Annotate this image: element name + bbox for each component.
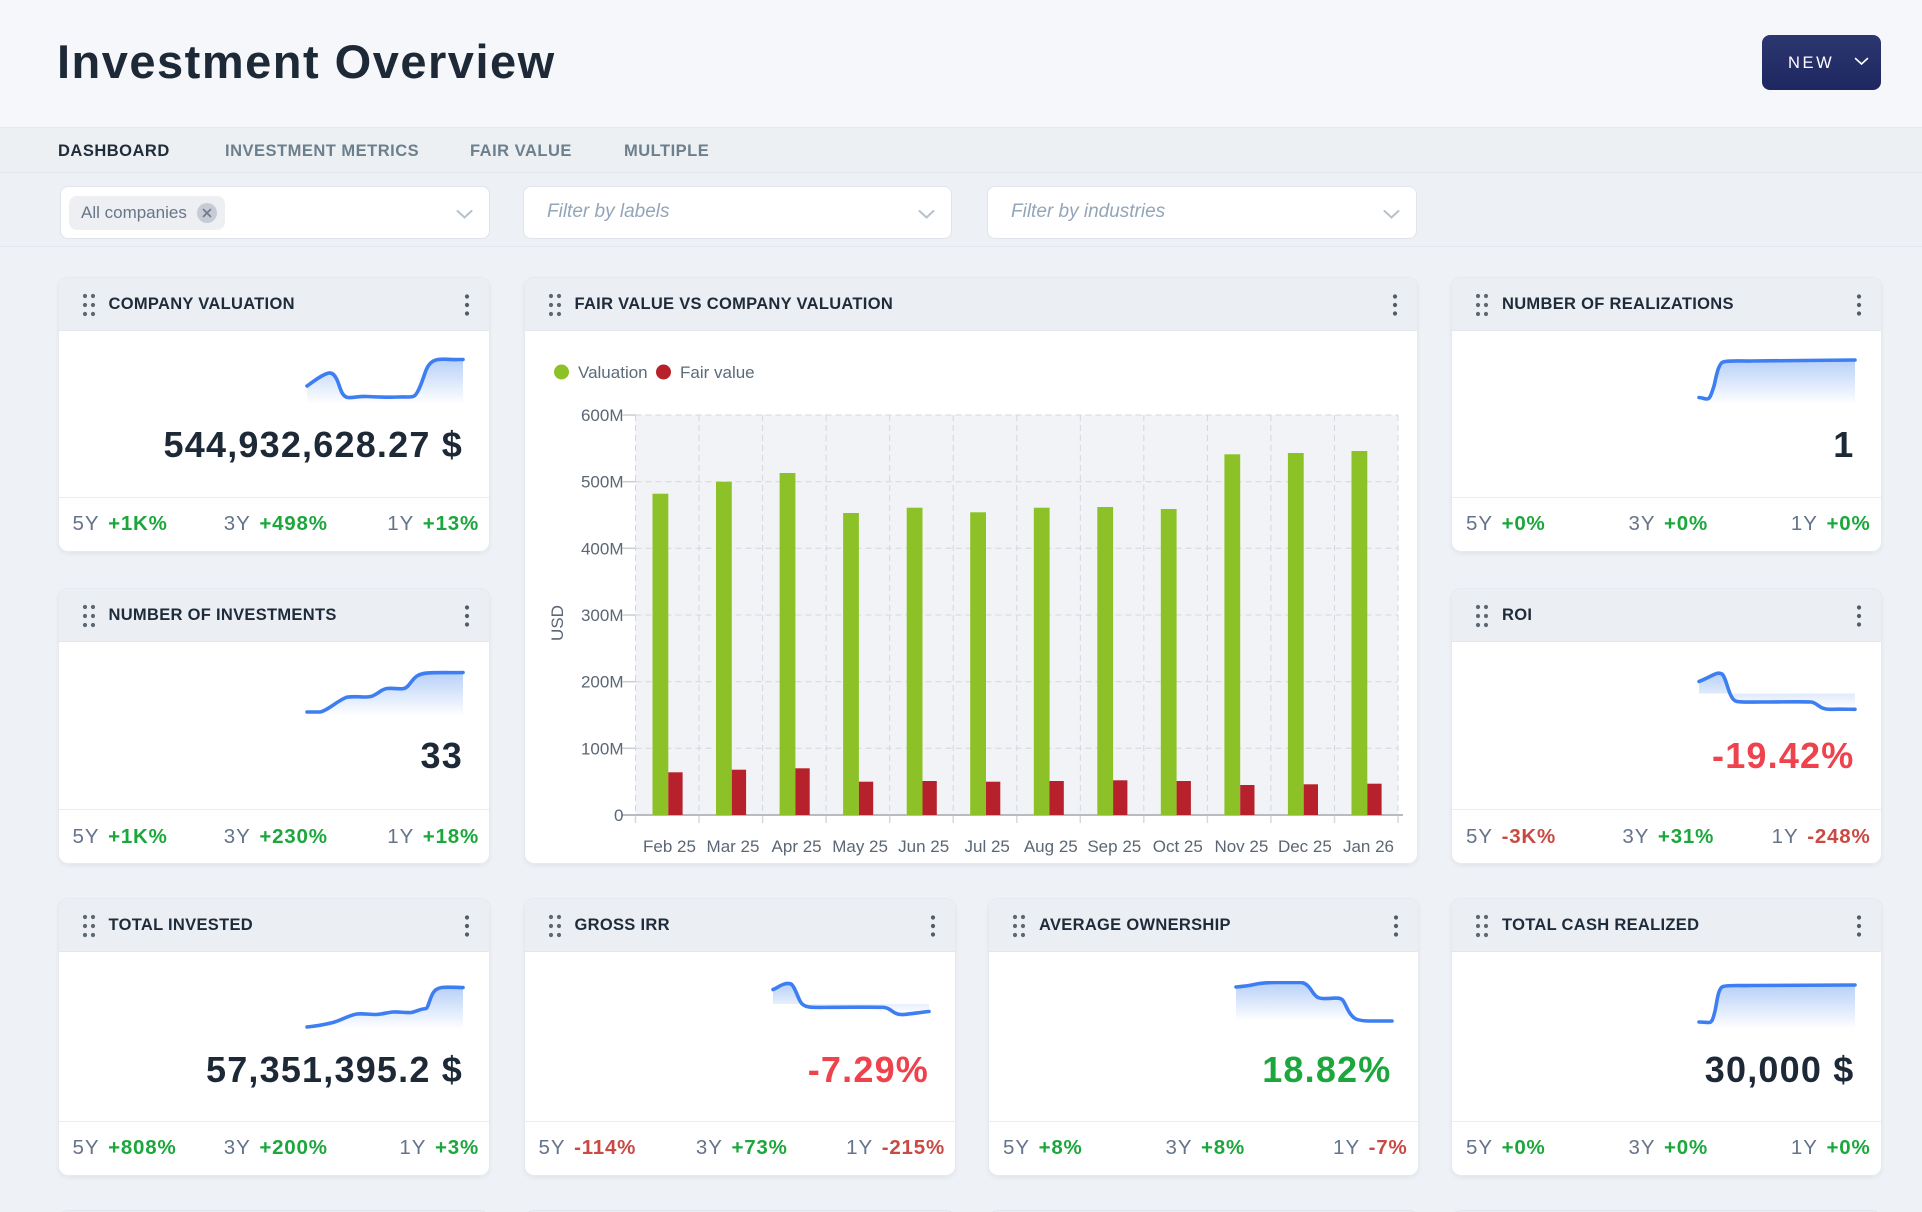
svg-text:200M: 200M: [580, 673, 623, 692]
svg-text:Aug 25: Aug 25: [1023, 837, 1077, 856]
svg-text:Apr 25: Apr 25: [771, 837, 821, 856]
svg-text:Fair value: Fair value: [680, 363, 755, 382]
svg-text:Mar 25: Mar 25: [706, 837, 759, 856]
svg-text:300M: 300M: [580, 606, 623, 625]
svg-text:500M: 500M: [580, 473, 623, 492]
svg-text:Jun 25: Jun 25: [898, 837, 949, 856]
svg-text:600M: 600M: [580, 406, 623, 425]
svg-text:Jan 26: Jan 26: [1342, 837, 1393, 856]
svg-text:Oct 25: Oct 25: [1152, 837, 1202, 856]
svg-text:Jul 25: Jul 25: [964, 837, 1009, 856]
svg-text:Feb 25: Feb 25: [643, 837, 696, 856]
svg-text:0: 0: [614, 806, 623, 825]
svg-text:Valuation: Valuation: [578, 363, 648, 382]
svg-text:May 25: May 25: [832, 837, 888, 856]
svg-text:Nov 25: Nov 25: [1214, 837, 1268, 856]
svg-text:400M: 400M: [580, 539, 623, 558]
svg-text:Dec 25: Dec 25: [1277, 837, 1331, 856]
svg-text:Sep 25: Sep 25: [1087, 837, 1141, 856]
svg-text:USD: USD: [548, 605, 567, 641]
svg-text:100M: 100M: [580, 739, 623, 758]
